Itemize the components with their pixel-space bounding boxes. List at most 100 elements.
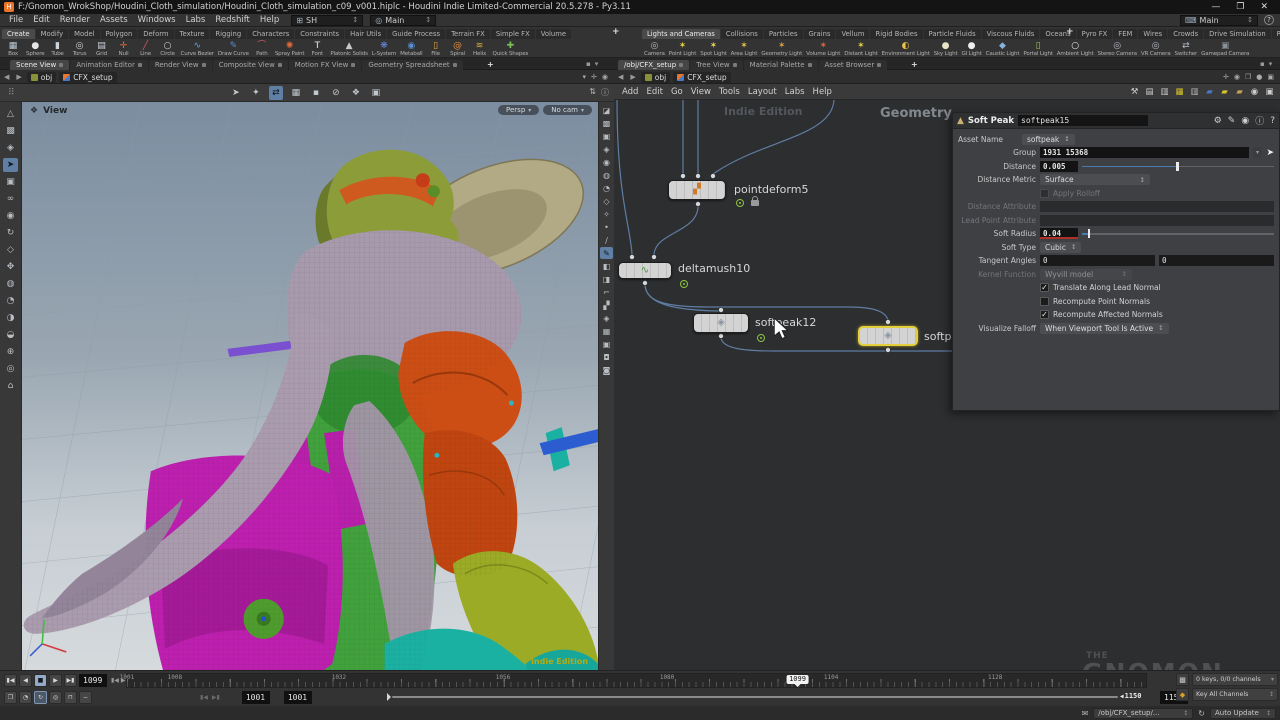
- step-back-icon[interactable]: ▮◀: [111, 677, 119, 684]
- shelf-tab[interactable]: Wires: [1138, 29, 1167, 39]
- node-softpeak12[interactable]: ◈: [693, 313, 749, 333]
- path-option-icon[interactable]: ✛: [591, 73, 597, 81]
- info-icon[interactable]: ⓘ: [601, 87, 609, 98]
- viewport-display-icon[interactable]: •: [600, 221, 613, 233]
- shelf-tool[interactable]: @ Spiral: [447, 41, 469, 57]
- pane-tab-menu-icon[interactable]: [877, 63, 881, 67]
- param-header-icon[interactable]: ⓘ: [1255, 114, 1264, 127]
- shelf-tab[interactable]: FEM: [1113, 29, 1137, 39]
- close-button[interactable]: ✕: [1260, 2, 1268, 12]
- viewport-tool-icon[interactable]: ◈: [3, 141, 18, 155]
- viewport-tool-icon[interactable]: ◇: [3, 243, 18, 257]
- distance-attribute-field[interactable]: [1040, 201, 1274, 212]
- node-label-softpeak15[interactable]: softpeak15: [924, 330, 952, 343]
- back-icon[interactable]: ◀: [2, 73, 11, 81]
- network-menu-item[interactable]: Labs: [781, 87, 809, 97]
- node-softpeak15[interactable]: ◈: [858, 326, 918, 346]
- network-toolbar-icon[interactable]: ▰: [1203, 85, 1216, 98]
- shelf-tab[interactable]: Rigging: [210, 29, 246, 39]
- shelf-tool[interactable]: ❋ L-System: [370, 41, 398, 57]
- distance-metric-dropdown[interactable]: Surface↕: [1040, 174, 1150, 185]
- path-option-icon[interactable]: ▣: [1267, 73, 1274, 81]
- network-menu-item[interactable]: Add: [618, 87, 642, 97]
- node-label-pointdeform5[interactable]: pointdeform5: [734, 183, 808, 196]
- viewport-3d[interactable]: ❖ View Persp▾ No cam▾ Indie Edition: [22, 102, 598, 670]
- network-menu-item[interactable]: Tools: [715, 87, 744, 97]
- shelf-tool[interactable]: ● Sky Light: [932, 41, 960, 57]
- pane-option-icon[interactable]: ▪: [1260, 60, 1265, 68]
- viewport-tool-icon[interactable]: ▪: [309, 86, 323, 100]
- viewport-display-icon[interactable]: ▩: [600, 117, 613, 129]
- viewport-tool-icon[interactable]: ◎: [3, 362, 18, 376]
- help-icon[interactable]: ?: [1264, 15, 1274, 25]
- toolbar-grip-icon[interactable]: ⠿: [0, 88, 23, 98]
- viewport-display-icon[interactable]: ◧: [600, 260, 613, 272]
- network-toolbar-icon[interactable]: ▣: [1263, 85, 1276, 98]
- network-menu-item[interactable]: Help: [809, 87, 836, 97]
- viewport-tool-icon[interactable]: ◒: [3, 328, 18, 342]
- viewport-tool-icon[interactable]: ◔: [3, 294, 18, 308]
- shelf-tool[interactable]: ▲ Platonic Solids: [328, 41, 369, 57]
- radial-menu-selector[interactable]: ◎ Main ↕: [370, 15, 436, 26]
- current-frame-field[interactable]: 1099: [79, 674, 107, 687]
- playbar-option-button[interactable]: ◔: [19, 691, 32, 704]
- path-option-icon[interactable]: ●: [1256, 73, 1262, 81]
- pane-tab-menu-icon[interactable]: [453, 63, 457, 67]
- viewport-tool-icon[interactable]: ▦: [289, 86, 303, 100]
- shelf-tool[interactable]: ✶ Spot Light: [698, 41, 728, 57]
- shelf-tool[interactable]: ▯ File: [425, 41, 447, 57]
- network-toolbar-icon[interactable]: ▦: [1173, 85, 1186, 98]
- pane-tab[interactable]: Material Palette: [744, 60, 818, 70]
- pane-tab-menu-icon[interactable]: [679, 63, 683, 67]
- range-step-back-icon[interactable]: ▮◀: [200, 694, 208, 701]
- pane-tab-menu-icon[interactable]: [278, 63, 282, 67]
- viewport-tool-icon[interactable]: ➤: [3, 158, 18, 172]
- viewport-display-icon[interactable]: ◉: [600, 156, 613, 168]
- shelf-tab[interactable]: Vellum: [836, 29, 869, 39]
- viewport-tool-icon[interactable]: ◍: [3, 277, 18, 291]
- apply-rolloff-checkbox[interactable]: [1040, 189, 1049, 198]
- network-toolbar-icon[interactable]: ▤: [1143, 85, 1156, 98]
- display-flag-badge[interactable]: [757, 334, 765, 342]
- shelf-tool[interactable]: ▤ Grid: [91, 41, 113, 57]
- viewport-display-icon[interactable]: ✧: [600, 208, 613, 220]
- pane-tab[interactable]: Asset Browser: [819, 60, 888, 70]
- viewport-display-icon[interactable]: ◪: [600, 104, 613, 116]
- playbar-option-button[interactable]: ⊓: [64, 691, 77, 704]
- shelf-tab[interactable]: Constraints: [295, 29, 344, 39]
- range-start-field[interactable]: 1001: [242, 691, 270, 704]
- viewport-tool-icon[interactable]: ↻: [3, 226, 18, 240]
- shelf-tool[interactable]: ✎ Draw Curve: [216, 41, 251, 57]
- viewport-display-icon[interactable]: ✎: [600, 247, 613, 259]
- range-end-marker[interactable]: ◀ 1150: [1120, 692, 1141, 700]
- param-node-name-field[interactable]: softpeak15: [1018, 115, 1148, 126]
- viewport-tool-icon[interactable]: △: [3, 107, 18, 121]
- pane-tab[interactable]: Tree View: [690, 60, 742, 70]
- shelf-tool[interactable]: ∿ Curve Bezier: [179, 41, 216, 57]
- path-option-icon[interactable]: ❐: [1245, 73, 1251, 81]
- shelf-tool[interactable]: ╱ Line: [135, 41, 157, 57]
- shelf-tool[interactable]: ✶ Geometry Light: [759, 41, 804, 57]
- viewport-tool-icon[interactable]: ∞: [3, 192, 18, 206]
- shelf-tab[interactable]: Viscous Fluids: [982, 29, 1040, 39]
- param-header-icon[interactable]: ?: [1270, 116, 1275, 126]
- menu-item[interactable]: Labs: [181, 15, 211, 25]
- shelf-tool[interactable]: ◎ Stereo Camera: [1096, 41, 1139, 57]
- main-desktop-selector[interactable]: ⌨ Main ↕: [1180, 15, 1258, 26]
- keys-summary-dropdown[interactable]: 0 keys, 0/0 channels▾: [1192, 673, 1278, 686]
- camera-button[interactable]: No cam▾: [543, 105, 592, 115]
- viewport-tool-icon[interactable]: ▩: [3, 124, 18, 138]
- forward-icon[interactable]: ▶: [628, 73, 637, 81]
- shelf-tab[interactable]: Particle Fluids: [924, 29, 981, 39]
- shelf-tool[interactable]: ▣ Gamepad Camera: [1199, 41, 1251, 57]
- node-pointdeform5[interactable]: ▞: [668, 180, 726, 200]
- shelf-tab[interactable]: Simple FX: [491, 29, 535, 39]
- viewport-display-icon[interactable]: ◘: [600, 351, 613, 363]
- add-pane-tab-button[interactable]: +: [908, 60, 921, 69]
- shelf-tab[interactable]: Model: [69, 29, 99, 39]
- add-pane-tab-button[interactable]: +: [484, 60, 497, 69]
- shelf-tab[interactable]: Grains: [804, 29, 836, 39]
- transport-button[interactable]: ▶: [49, 674, 62, 687]
- minimize-button[interactable]: —: [1211, 2, 1220, 12]
- path-option-icon[interactable]: ▾: [583, 73, 587, 81]
